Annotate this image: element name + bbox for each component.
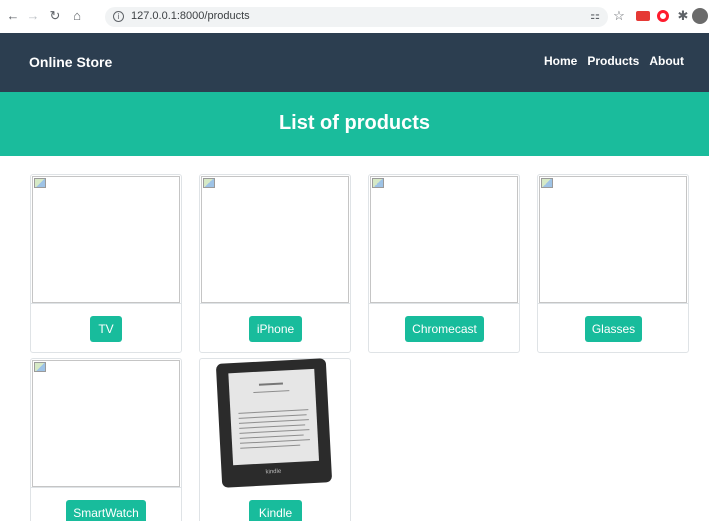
back-arrow-icon[interactable]: ←	[6, 9, 20, 23]
product-button[interactable]: Glasses	[585, 316, 642, 342]
broken-image-icon	[34, 178, 46, 188]
nav-links: Home Products About	[544, 54, 684, 68]
nav-link-home[interactable]: Home	[544, 54, 577, 68]
product-image[interactable]	[200, 175, 350, 304]
page-header: List of products	[0, 92, 709, 156]
broken-image-icon	[34, 362, 46, 372]
product-card: Glasses	[537, 174, 689, 353]
opera-icon[interactable]	[657, 10, 669, 22]
puzzle-extensions-icon[interactable]: ✱	[676, 9, 690, 23]
reload-icon[interactable]: ↻	[48, 9, 62, 23]
brand-link[interactable]: Online Store	[29, 54, 112, 70]
product-image[interactable]	[538, 175, 688, 304]
site-navbar: Online Store Home Products About	[0, 33, 709, 92]
page-title: List of products	[278, 112, 431, 134]
product-card: Chromecast	[368, 174, 520, 353]
kindle-device-image: kindle	[215, 358, 333, 488]
forward-arrow-icon[interactable]: →	[26, 9, 40, 23]
product-card: TV	[30, 174, 182, 353]
product-image[interactable]	[31, 359, 181, 488]
product-button[interactable]: TV	[90, 316, 122, 342]
broken-image-icon	[541, 178, 553, 188]
product-button[interactable]: Kindle	[249, 500, 302, 521]
extension-icon[interactable]	[636, 11, 650, 21]
product-button[interactable]: iPhone	[249, 316, 302, 342]
broken-image-icon	[203, 178, 215, 188]
info-icon[interactable]: i	[113, 11, 124, 22]
translate-icon[interactable]: ⚏	[588, 9, 602, 23]
product-button[interactable]: SmartWatch	[66, 500, 146, 521]
nav-link-about[interactable]: About	[649, 54, 684, 68]
url-text[interactable]: 127.0.0.1:8000/products	[131, 10, 250, 22]
nav-link-products[interactable]: Products	[587, 54, 639, 68]
product-card: SmartWatch	[30, 358, 182, 521]
product-card: iPhone	[199, 174, 351, 353]
bookmark-star-icon[interactable]: ☆	[612, 9, 626, 23]
product-card: kindle Kindle	[199, 358, 351, 521]
address-bar[interactable]: i 127.0.0.1:8000/products	[105, 7, 608, 27]
profile-avatar[interactable]	[692, 8, 708, 24]
product-image[interactable]	[31, 175, 181, 304]
home-icon[interactable]: ⌂	[70, 9, 84, 23]
product-image-kindle[interactable]: kindle	[200, 358, 350, 488]
browser-toolbar: ← → ↻ ⌂ i 127.0.0.1:8000/products ⚏ ☆ ✱	[0, 0, 709, 33]
product-button[interactable]: Chromecast	[405, 316, 484, 342]
product-image[interactable]	[369, 175, 519, 304]
broken-image-icon	[372, 178, 384, 188]
